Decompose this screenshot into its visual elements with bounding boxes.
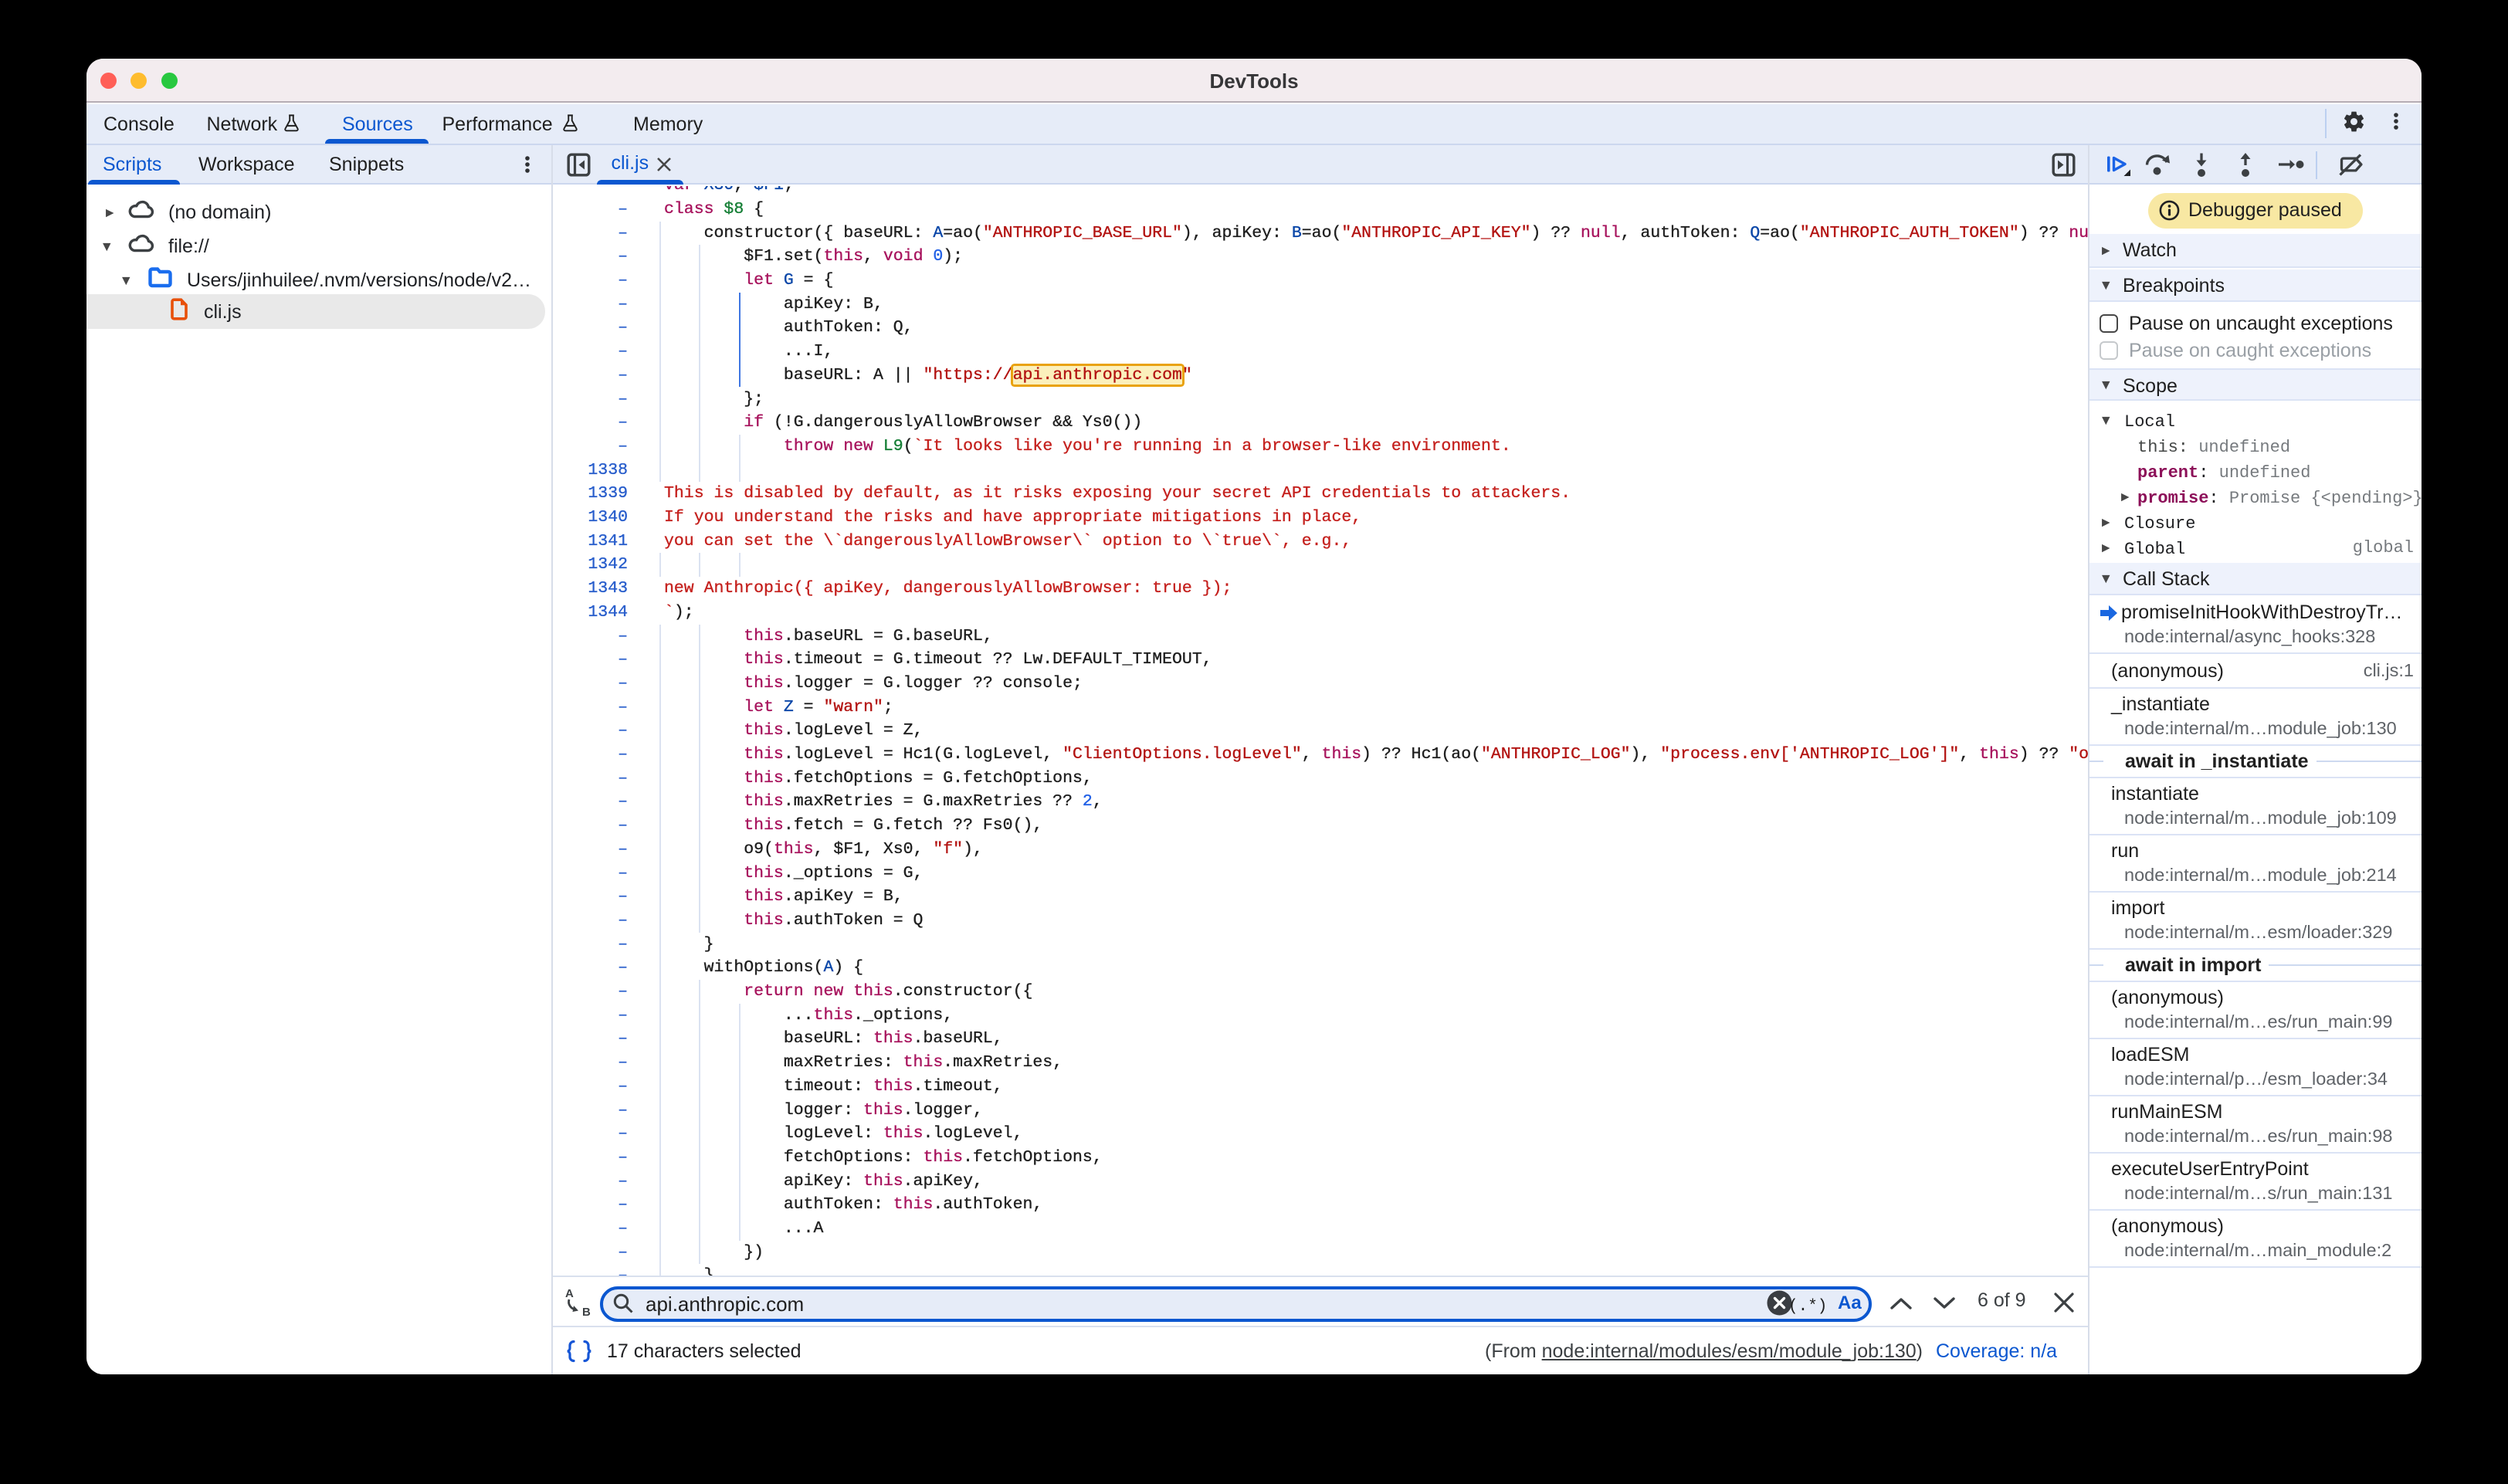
svg-text:B: B bbox=[582, 1306, 591, 1317]
svg-text:(.*): (.*) bbox=[1788, 1298, 1827, 1316]
svg-text:A: A bbox=[565, 1287, 574, 1300]
